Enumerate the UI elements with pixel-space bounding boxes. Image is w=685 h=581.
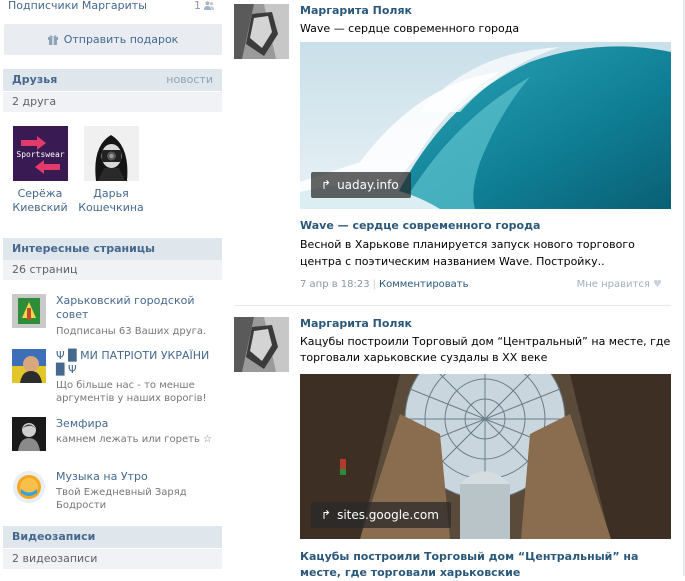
page-desc: Подписаны 63 Ваших друга. xyxy=(56,326,207,337)
link-source-domain: sites.google.com xyxy=(337,508,439,522)
page-desc: камнем лежать или гореть ☆ xyxy=(56,434,213,445)
subscribers-label[interactable]: Подписчики Маргариты xyxy=(8,0,147,12)
column-divider xyxy=(224,0,225,576)
friend-badge-text: Sportswear xyxy=(16,150,64,159)
post-link-title[interactable]: Кацубы построили Торговый дом “Центральн… xyxy=(300,549,672,581)
share-arrow-icon: ↱ xyxy=(321,178,332,192)
friend-avatar[interactable]: Sportswear xyxy=(12,126,68,181)
share-arrow-icon: ↱ xyxy=(321,508,332,522)
zemfira-photo xyxy=(12,417,46,451)
post-author-avatar[interactable] xyxy=(234,4,289,59)
page-name[interactable]: Ψ █ МИ ПАТРІОТИ УКРАЇНИ █ Ψ xyxy=(56,349,216,377)
page-name[interactable]: Музыка на Утро xyxy=(56,470,216,484)
friend-avatar[interactable] xyxy=(83,126,139,181)
pages-header[interactable]: Интересные страницы xyxy=(3,238,222,260)
friends-title[interactable]: Друзья xyxy=(12,73,57,86)
heart-icon: ♥ xyxy=(653,279,662,290)
friends-news-link[interactable]: новости xyxy=(166,69,213,91)
friend-first-name[interactable]: Серёжа xyxy=(0,187,80,201)
sportswear-logo-icon: Sportswear xyxy=(12,126,68,181)
camera-girl-photo xyxy=(83,126,139,181)
friends-header[interactable]: Друзья новости xyxy=(3,69,222,91)
wall-post: Маргарита Поляк Wave — сердце современно… xyxy=(234,4,674,300)
left-column: Подписчики Маргариты 1 Отправить подарок… xyxy=(0,0,224,576)
videos-header[interactable]: Видеозаписи xyxy=(3,526,222,548)
post-link-desc: Весной в Харькове планируется запуск нов… xyxy=(300,238,635,268)
post-text: Кацубы построили Торговый дом “Центральн… xyxy=(300,335,671,364)
pages-title[interactable]: Интересные страницы xyxy=(12,242,155,255)
comment-link[interactable]: Комментировать xyxy=(379,279,469,290)
link-source-badge[interactable]: ↱ uaday.info xyxy=(311,172,411,198)
patriots-photo xyxy=(12,349,46,383)
link-source-domain: uaday.info xyxy=(337,178,399,192)
page-avatar[interactable] xyxy=(12,349,46,383)
page-name[interactable]: Земфира xyxy=(56,417,216,431)
friend-item[interactable]: Sportswear Серёжа Киевский xyxy=(0,126,80,215)
pages-count[interactable]: 26 страниц xyxy=(3,260,222,280)
send-gift-label: Отправить подарок xyxy=(63,33,179,46)
post-author-name[interactable]: Маргарита Поляк xyxy=(300,4,412,17)
link-source-badge[interactable]: ↱ sites.google.com xyxy=(311,502,451,528)
page-desc: Твой Ежедневный Заряд Бодрости xyxy=(56,487,187,511)
videos-title[interactable]: Видеозаписи xyxy=(12,530,95,543)
friend-first-name[interactable]: Дарья xyxy=(71,187,151,201)
page-avatar[interactable] xyxy=(12,470,46,504)
like-button[interactable]: Мне нравится ♥ xyxy=(577,279,662,291)
author-avatar-photo xyxy=(234,4,289,59)
friend-last-name[interactable]: Киевский xyxy=(0,201,80,215)
post-link-image[interactable]: ↱ sites.google.com xyxy=(300,374,671,539)
post-author-name[interactable]: Маргарита Поляк xyxy=(300,317,412,330)
friend-last-name[interactable]: Кошечкина xyxy=(71,201,151,215)
send-gift-button[interactable]: Отправить подарок xyxy=(4,24,222,55)
author-avatar-photo xyxy=(234,317,289,372)
videos-count[interactable]: 2 видеозаписи xyxy=(3,549,222,569)
wall-post: Маргарита Поляк Кацубы построили Торговы… xyxy=(234,317,674,579)
gift-icon xyxy=(47,35,58,45)
like-label: Мне нравится xyxy=(576,279,650,290)
page-avatar[interactable] xyxy=(12,294,46,328)
post-author-avatar[interactable] xyxy=(234,317,289,372)
post-meta: 7 апр в 18:23 | Комментировать Мне нравитс… xyxy=(300,279,662,291)
post-link-title[interactable]: Wave — сердце современного города xyxy=(300,218,672,234)
post-separator xyxy=(234,305,671,306)
morning-music-logo xyxy=(12,470,46,504)
friends-count[interactable]: 2 друга xyxy=(3,92,222,112)
people-icon xyxy=(204,1,214,10)
page-name[interactable]: Харьковский городской совет xyxy=(56,294,216,322)
subscribers-count: 1 xyxy=(194,0,214,12)
city-council-emblem xyxy=(12,294,46,328)
post-link-image[interactable]: ↱ uaday.info xyxy=(300,42,671,209)
friend-item[interactable]: Дарья Кошечкина xyxy=(71,126,151,215)
page-avatar[interactable] xyxy=(12,417,46,451)
page-desc: Що більше нас - то менше аргументів у на… xyxy=(56,380,207,404)
post-text: Wave — сердце современного города xyxy=(300,22,520,35)
post-date[interactable]: 7 апр в 18:23 xyxy=(300,279,370,290)
subscribers-row[interactable]: Подписчики Маргариты 1 xyxy=(8,0,214,14)
